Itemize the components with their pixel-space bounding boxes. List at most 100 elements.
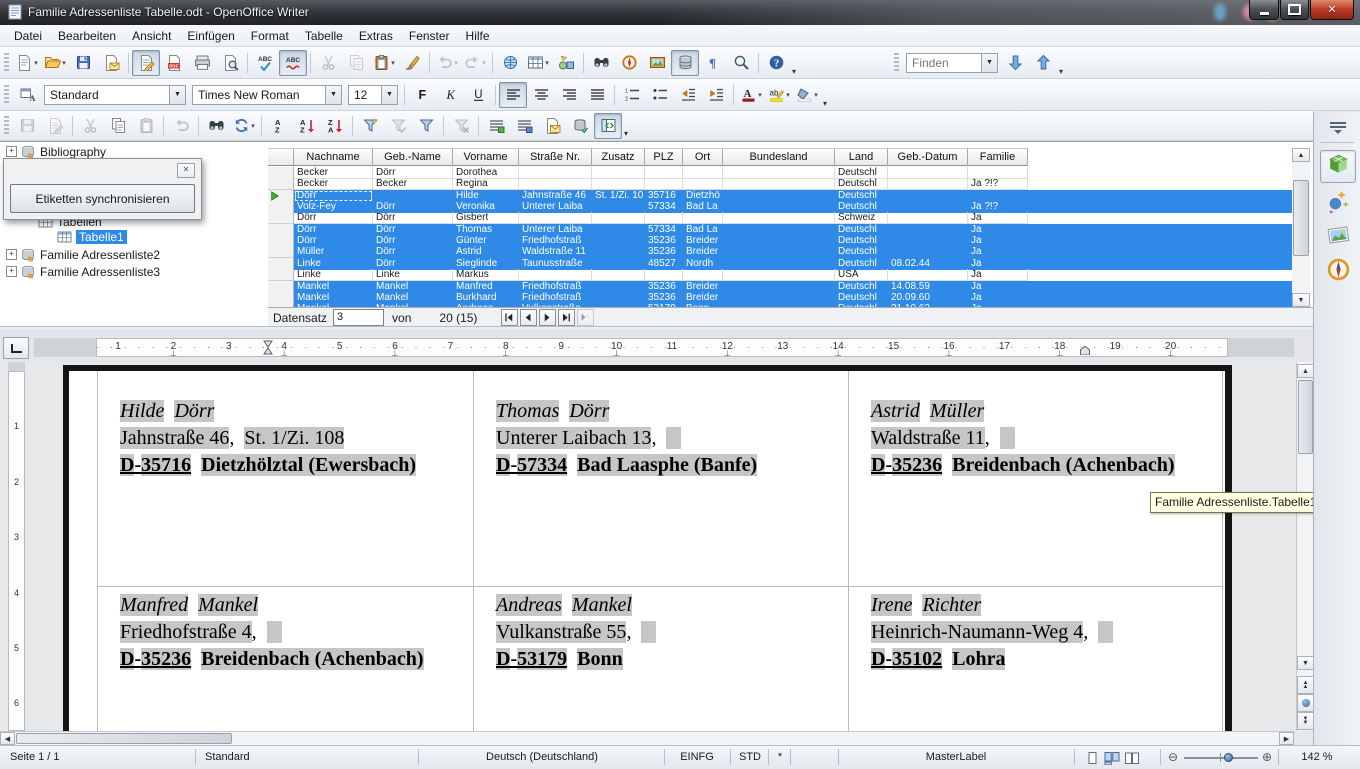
table-cell[interactable]: Becker — [373, 178, 453, 190]
address-label[interactable]: Hilde DörrJahnstraße 46, St. 1/Zi. 108D-… — [120, 398, 472, 479]
font-color-button[interactable]: A▾ — [737, 82, 765, 108]
table-cell[interactable] — [592, 258, 645, 270]
language-indicator[interactable]: Deutsch (Deutschland) — [420, 751, 664, 763]
find-up-button[interactable] — [1029, 50, 1057, 76]
table-cell[interactable]: Ja — [968, 281, 1028, 293]
column-header-nachname[interactable]: Nachname — [294, 148, 373, 166]
table-cell[interactable]: Mankel — [373, 292, 453, 304]
table-cell[interactable]: Ja — [968, 269, 1028, 281]
table-cell[interactable] — [683, 212, 723, 224]
table-cell[interactable]: Hilde — [453, 190, 519, 202]
mail-merge-button[interactable] — [538, 113, 566, 139]
data-sources-button[interactable] — [671, 50, 699, 76]
table-cell[interactable]: 48527 — [645, 258, 683, 270]
last-record-button[interactable] — [558, 309, 575, 326]
table-cell[interactable] — [592, 212, 645, 224]
previous-page-button[interactable]: ▲▲ — [1297, 676, 1313, 694]
table-cell[interactable]: Markus — [453, 269, 519, 281]
table-cell[interactable]: Regina — [453, 178, 519, 190]
paragraph-style-combobox[interactable]: Standard ▼ — [44, 85, 186, 105]
table-cell[interactable]: Dörr — [373, 212, 453, 224]
scroll-up-icon[interactable]: ▲ — [1292, 148, 1310, 162]
gallery-button[interactable] — [643, 50, 671, 76]
table-cell[interactable]: Dörr — [373, 246, 453, 258]
table-cell[interactable]: 14.08.59 — [888, 281, 968, 293]
table-cell[interactable] — [592, 167, 645, 179]
toolbar-grip[interactable] — [4, 53, 9, 73]
align-left-button[interactable] — [499, 82, 527, 108]
refresh-button[interactable]: ▾ — [230, 113, 258, 139]
table-cell[interactable]: Deutschl — [835, 235, 888, 247]
table-cell[interactable] — [592, 235, 645, 247]
bold-button[interactable]: F — [408, 82, 436, 108]
row-header[interactable] — [268, 190, 294, 202]
table-cell[interactable] — [723, 269, 835, 281]
grid-scrollbar-thumb[interactable] — [1293, 180, 1309, 256]
table-cell[interactable] — [888, 167, 968, 179]
table-cell[interactable]: Dörr — [373, 235, 453, 247]
table-cell[interactable] — [888, 201, 968, 213]
table-cell[interactable]: 08.02.44 — [888, 258, 968, 270]
table-cell[interactable]: Deutschl — [835, 167, 888, 179]
table-cell[interactable] — [723, 258, 835, 270]
table-cell[interactable]: Deutschl — [835, 246, 888, 258]
table-cell[interactable]: Becker — [294, 178, 373, 190]
find-down-button[interactable] — [1001, 50, 1029, 76]
table-cell[interactable] — [723, 167, 835, 179]
sort-button[interactable]: AZ — [265, 113, 293, 139]
table-row[interactable]: BeckerBeckerReginaDeutschlJa ?!? — [294, 178, 1292, 190]
table-cell[interactable] — [888, 235, 968, 247]
row-header[interactable] — [268, 167, 294, 179]
table-cell[interactable]: Breider — [683, 292, 723, 304]
copy-button[interactable] — [104, 113, 132, 139]
table-row[interactable]: DörrDörrGisbertSchweizJa — [294, 212, 1292, 224]
table-cell[interactable] — [888, 269, 968, 281]
table-cell[interactable] — [645, 212, 683, 224]
table-cell[interactable]: 35236 — [645, 246, 683, 258]
document-scrollbar-thumb[interactable] — [1298, 380, 1313, 454]
highlighting-button[interactable]: ab▾ — [765, 82, 793, 108]
paste-button[interactable]: ▾ — [370, 50, 398, 76]
menu-bearbeiten[interactable]: Bearbeiten — [50, 27, 124, 45]
styles-window-button[interactable]: A — [13, 82, 41, 108]
table-cell[interactable] — [888, 224, 968, 236]
table-cell[interactable]: 35236 — [645, 235, 683, 247]
zoom-level[interactable]: 142 % — [1280, 751, 1354, 763]
toolbar-grip[interactable] — [4, 116, 9, 136]
help-button[interactable]: ? — [762, 50, 790, 76]
table-cell[interactable]: Gisbert — [453, 212, 519, 224]
chevron-down-icon[interactable]: ▼ — [981, 54, 997, 72]
zoom-slider-track[interactable] — [1184, 757, 1258, 759]
table-cell[interactable] — [519, 167, 592, 179]
toolbar-grip[interactable] — [4, 85, 9, 105]
table-cell[interactable] — [968, 190, 1028, 202]
row-header[interactable] — [268, 224, 294, 236]
tree-expander-icon[interactable]: + — [6, 146, 17, 157]
minimize-button[interactable] — [1249, 0, 1279, 20]
scroll-up-icon[interactable]: ▲ — [1297, 364, 1313, 378]
table-cell[interactable] — [723, 224, 835, 236]
sort-ascending-button[interactable]: AZ — [293, 113, 321, 139]
menu-format[interactable]: Format — [243, 27, 297, 45]
tab-type-selector[interactable] — [3, 337, 29, 359]
indent-decrease-button[interactable] — [674, 82, 702, 108]
table-cell[interactable]: 20.09.60 — [888, 292, 968, 304]
synchronize-labels-button[interactable]: Etiketten synchronisieren — [10, 184, 195, 213]
next-record-button[interactable] — [539, 309, 556, 326]
column-header-vorname[interactable]: Vorname — [453, 148, 519, 166]
table-cell[interactable]: Dörr — [294, 235, 373, 247]
table-cell[interactable] — [683, 178, 723, 190]
table-cell[interactable]: Volz-Fey — [294, 201, 373, 213]
data-to-fields-button[interactable] — [510, 113, 538, 139]
table-cell[interactable]: Nordh — [683, 258, 723, 270]
table-cell[interactable]: Friedhofstraß — [519, 292, 592, 304]
numbering-button[interactable]: 12 — [618, 82, 646, 108]
insert-mode[interactable]: EINFG — [666, 751, 728, 763]
table-cell[interactable]: 57334 — [645, 201, 683, 213]
table-cell[interactable] — [683, 269, 723, 281]
document-as-email-button[interactable] — [97, 50, 125, 76]
tree-expander-icon[interactable]: + — [6, 249, 17, 260]
table-cell[interactable] — [592, 281, 645, 293]
table-cell[interactable] — [592, 246, 645, 258]
print-button[interactable] — [188, 50, 216, 76]
